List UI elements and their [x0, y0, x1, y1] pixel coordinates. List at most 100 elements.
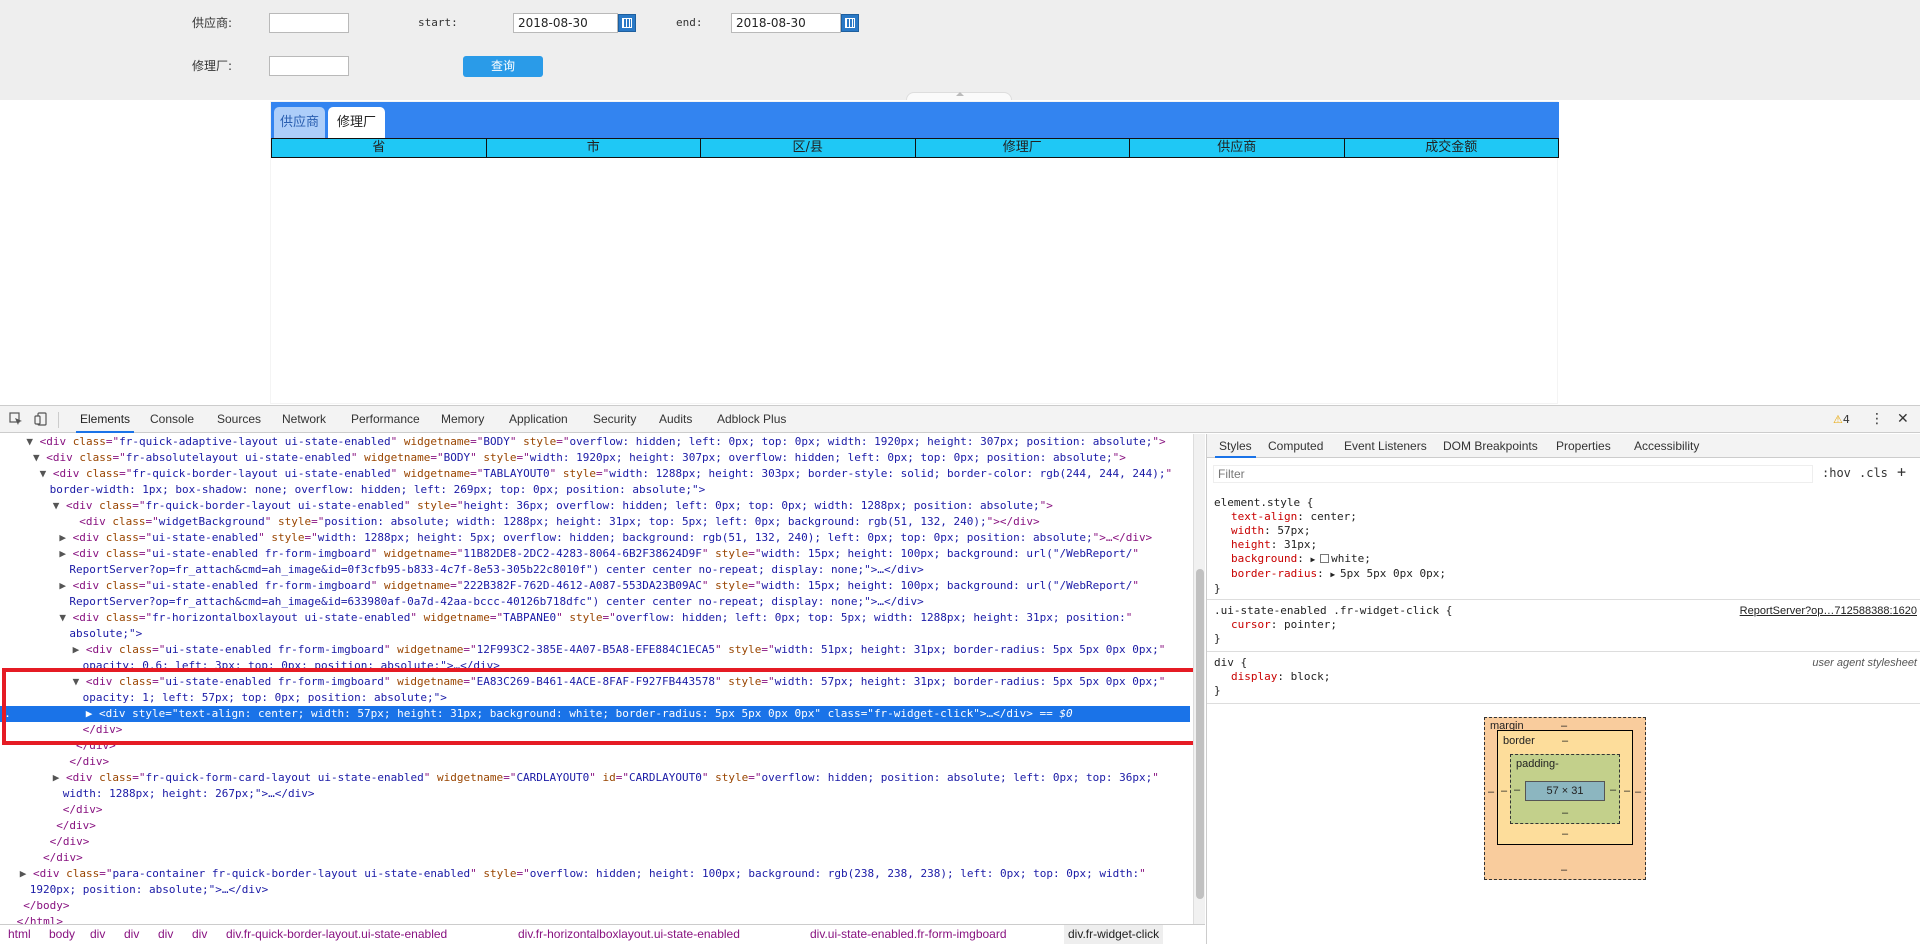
attr-name[interactable]: class	[66, 867, 99, 880]
dom-node[interactable]: </html>	[0, 914, 1190, 924]
attr-name[interactable]: class	[106, 547, 139, 560]
color-swatch-icon[interactable]	[1320, 554, 1330, 563]
expand-toggle-icon[interactable]: ▼	[40, 467, 53, 480]
breadcrumb-item[interactable]: div	[192, 925, 207, 944]
dom-node[interactable]: ReportServer?op=fr_attach&cmd=ah_image&i…	[0, 562, 1190, 578]
attr-value[interactable]: ui-state-enabled fr-form-imgboard	[165, 675, 384, 688]
tab-styles[interactable]: Styles	[1215, 434, 1256, 458]
attr-value[interactable]: width: 1288px; height: 5px; overflow: hi…	[318, 531, 1093, 544]
style-declaration[interactable]: height: 31px;	[1207, 538, 1920, 552]
property-value[interactable]: center;	[1310, 510, 1356, 523]
dom-node[interactable]: ▼ <div class="fr-quick-adaptive-layout u…	[0, 434, 1190, 450]
repair-input[interactable]	[269, 56, 349, 76]
attr-name[interactable]: class	[828, 707, 861, 720]
box-model-margin[interactable]: margin – – – – border – – – – padding- –…	[1484, 717, 1646, 880]
attr-value[interactable]: 11B82DE8-2DC2-4283-8064-6B2F38624D9F	[463, 547, 701, 560]
end-date-input[interactable]: 2018-08-30	[731, 13, 841, 33]
attr-value[interactable]: overflow: hidden; position: absolute; le…	[762, 771, 1153, 784]
dom-tree[interactable]: ▼ <div class="fr-quick-adaptive-layout u…	[0, 434, 1193, 924]
close-icon[interactable]: ✕	[1897, 406, 1909, 433]
tab-elements[interactable]: Elements	[75, 406, 135, 433]
inspect-element-icon[interactable]	[9, 412, 23, 426]
attr-value[interactable]: BODY	[483, 435, 510, 448]
attr-value[interactable]: width: 1288px; height: 303px; border-sty…	[609, 467, 1165, 480]
attr-value[interactable]: fr-quick-adaptive-layout ui-state-enable…	[119, 435, 391, 448]
dom-node[interactable]: 1920px; position: absolute;">…</div>	[0, 882, 1190, 898]
attr-value[interactable]: ui-state-enabled fr-form-imgboard	[152, 547, 371, 560]
dom-node[interactable]: ▶ <div class="fr-quick-form-card-layout …	[0, 770, 1190, 786]
style-declaration[interactable]: width: 57px;	[1207, 524, 1920, 538]
attr-value[interactable]: width: 1920px; height: 307px; overflow: …	[530, 451, 1113, 464]
dom-node[interactable]: ▶ <div class="ui-state-enabled" style="w…	[0, 530, 1190, 546]
attr-name[interactable]: widgetname	[424, 611, 490, 624]
attr-value[interactable]: BODY	[444, 451, 471, 464]
collapse-grip-icon[interactable]	[906, 92, 1012, 100]
dom-node[interactable]: ▼ <div class="fr-horizontalboxlayout ui-…	[0, 610, 1190, 626]
attr-value[interactable]: overflow: hidden; height: 100px; backgro…	[530, 867, 1139, 880]
dom-node[interactable]: width: 1288px; height: 267px;">…</div>	[0, 786, 1190, 802]
dom-node[interactable]: </div>	[0, 834, 1190, 850]
expand-toggle-icon[interactable]: ▶	[59, 531, 72, 544]
attr-value[interactable]: position: absolute; width: 1288px; heigh…	[324, 515, 986, 528]
node-menu-icon[interactable]: …	[2, 706, 9, 722]
property-value[interactable]: 31px;	[1284, 538, 1317, 551]
dom-node[interactable]: ▶ <div class="ui-state-enabled fr-form-i…	[0, 578, 1190, 594]
attr-name[interactable]: widgetname	[384, 547, 450, 560]
dom-node[interactable]: ReportServer?op=fr_attach&cmd=ah_image&i…	[0, 594, 1190, 610]
attr-name[interactable]: style	[715, 547, 748, 560]
property-name[interactable]: border-radius	[1231, 567, 1317, 580]
attr-value[interactable]: para-container fr-quick-border-layout ui…	[113, 867, 471, 880]
dom-node[interactable]: </body>	[0, 898, 1190, 914]
tab-properties[interactable]: Properties	[1556, 434, 1611, 458]
attr-value[interactable]: fr-absolutelayout ui-state-enabled	[126, 451, 351, 464]
attr-name[interactable]: class	[106, 611, 139, 624]
attr-name[interactable]: style	[523, 435, 556, 448]
tab-audits[interactable]: Audits	[659, 406, 692, 433]
attr-value[interactable]: CARDLAYOUT0	[629, 771, 702, 784]
expand-toggle-icon[interactable]	[66, 515, 79, 528]
attr-value[interactable]: height: 36px; overflow: hidden; left: 0p…	[463, 499, 1039, 512]
attr-value[interactable]: fr-widget-click	[874, 707, 973, 720]
expand-toggle-icon[interactable]: ▼	[73, 675, 86, 688]
attr-name[interactable]: style	[417, 499, 450, 512]
property-value[interactable]: white;	[1331, 552, 1371, 565]
breadcrumb-item[interactable]: div	[158, 925, 173, 944]
expand-toggle-icon[interactable]: ▶	[53, 771, 66, 784]
attr-value[interactable]: fr-quick-border-layout ui-state-enabled	[146, 499, 404, 512]
attr-name[interactable]: class	[112, 515, 145, 528]
attr-value[interactable]: TABLAYOUT0	[483, 467, 549, 480]
attr-value[interactable]: ui-state-enabled fr-form-imgboard	[165, 643, 384, 656]
breadcrumb-item[interactable]: div	[90, 925, 105, 944]
expand-toggle-icon[interactable]: ▼	[53, 499, 66, 512]
property-name[interactable]: background	[1231, 552, 1297, 565]
style-declaration[interactable]: display: block;	[1207, 670, 1920, 684]
attr-value[interactable]: ui-state-enabled fr-form-imgboard	[152, 579, 371, 592]
attr-name[interactable]: style	[271, 531, 304, 544]
tab-supplier[interactable]: 供应商	[274, 107, 325, 138]
breadcrumb-item[interactable]: div.fr-widget-click	[1064, 925, 1164, 944]
tab-network[interactable]: Network	[282, 406, 326, 433]
attr-name[interactable]: id	[603, 771, 616, 784]
dom-node[interactable]: </div>	[0, 850, 1190, 866]
attr-name[interactable]: class	[106, 531, 139, 544]
attr-value[interactable]: fr-quick-form-card-layout ui-state-enabl…	[146, 771, 424, 784]
breadcrumb-item[interactable]: div.fr-quick-border-layout.ui-state-enab…	[226, 925, 447, 944]
add-rule-button[interactable]: +	[1897, 463, 1906, 481]
attr-name[interactable]: class	[99, 771, 132, 784]
attr-name[interactable]: style	[728, 643, 761, 656]
tab-application[interactable]: Application	[509, 406, 568, 433]
dom-node[interactable]: ▼ <div class="fr-quick-border-layout ui-…	[0, 498, 1190, 514]
warning-badge[interactable]: ⚠4	[1833, 406, 1850, 433]
attr-name[interactable]: class	[73, 435, 106, 448]
dom-node[interactable]: absolute;">	[0, 626, 1190, 642]
dom-node[interactable]: ▶ <div class="para-container fr-quick-bo…	[0, 866, 1190, 882]
box-model-border[interactable]: border – – – – padding- – – – 57 × 31	[1497, 730, 1633, 845]
start-calendar-icon[interactable]	[618, 14, 636, 32]
attr-name[interactable]: style	[569, 611, 602, 624]
tab-sources[interactable]: Sources	[217, 406, 261, 433]
expand-toggle-icon[interactable]: ▼	[33, 451, 46, 464]
attr-name[interactable]: class	[86, 467, 119, 480]
box-model-content[interactable]: 57 × 31	[1525, 781, 1605, 801]
attr-name[interactable]: style	[483, 451, 516, 464]
device-toolbar-icon[interactable]	[34, 412, 48, 426]
